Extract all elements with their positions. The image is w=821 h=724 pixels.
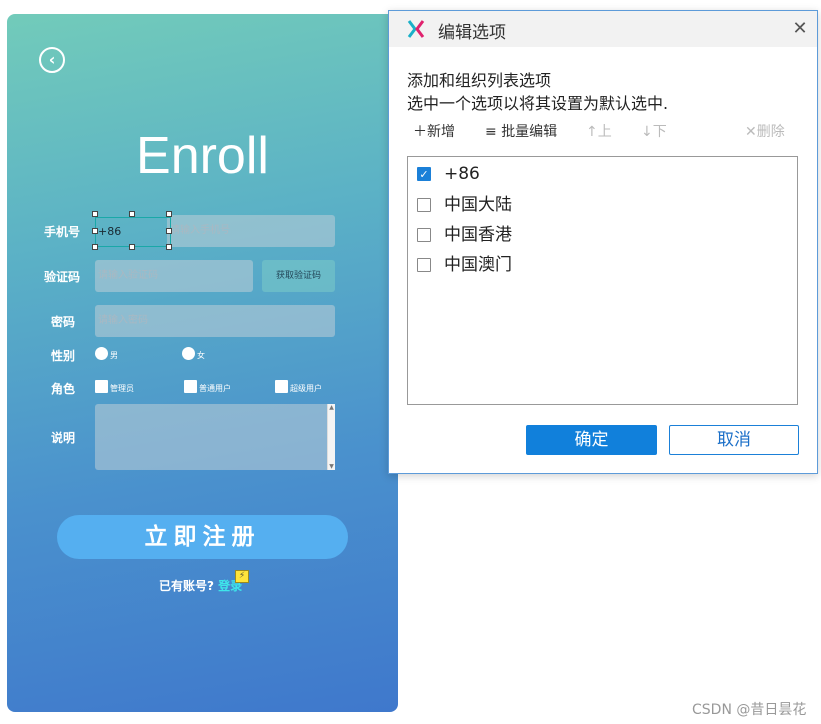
move-up-label: 上 xyxy=(597,124,612,140)
code-label: 验证码 xyxy=(44,270,81,284)
selection-handle[interactable] xyxy=(129,211,135,217)
list-item[interactable]: 中国大陆 xyxy=(417,194,777,216)
option-label: 中国澳门 xyxy=(444,255,512,275)
role-option-label: 超级用户 xyxy=(290,384,322,393)
code-input[interactable]: 请输入验证码 xyxy=(95,260,253,292)
option-checkbox-checked[interactable]: ✓ xyxy=(417,167,431,181)
delete-option-button[interactable]: ✕删除 xyxy=(745,121,785,141)
arrow-down-icon: ↓ xyxy=(641,124,653,140)
country-code-select[interactable]: +86 xyxy=(95,217,171,247)
lightning-icon: ⚡ xyxy=(235,570,249,583)
watermark: CSDN @昔日昙花 xyxy=(692,702,807,718)
add-label: 新增 xyxy=(427,124,455,140)
cancel-button[interactable]: 取消 xyxy=(669,425,799,455)
dialog-header: 编辑选项 ✕ xyxy=(389,11,817,47)
option-label: 中国香港 xyxy=(444,225,512,245)
option-label: +86 xyxy=(444,164,480,184)
gender-label: 性别 xyxy=(51,349,76,363)
gender-option-label: 女 xyxy=(197,351,205,360)
list-item[interactable]: 中国香港 xyxy=(417,224,777,246)
batch-edit-button[interactable]: ≡ 批量编辑 xyxy=(485,121,557,141)
password-input[interactable]: 请输入密码 xyxy=(95,305,335,337)
role-option-label: 管理员 xyxy=(110,384,134,393)
get-code-button[interactable]: 获取验证码 xyxy=(262,260,335,292)
has-account-text: 已有账号? xyxy=(159,579,214,593)
textarea-scrollbar[interactable]: ▲ ▼ xyxy=(327,404,335,470)
edit-options-dialog: 编辑选项 ✕ 添加和组织列表选项 选中一个选项以将其设置为默认选中. ＋新增 ≡… xyxy=(388,10,818,474)
batch-edit-label: 批量编辑 xyxy=(501,124,558,140)
dialog-description: 添加和组织列表选项 xyxy=(407,71,552,90)
selection-handle[interactable] xyxy=(92,211,98,217)
role-label: 角色 xyxy=(51,382,76,396)
dialog-description: 选中一个选项以将其设置为默认选中. xyxy=(407,94,669,113)
phone-label: 手机号 xyxy=(44,225,81,239)
page-title: Enroll xyxy=(136,127,269,185)
arrow-up-icon: ↑ xyxy=(586,124,598,140)
move-down-label: 下 xyxy=(652,124,667,140)
list-item[interactable]: ✓ +86 xyxy=(417,163,777,185)
selection-handle[interactable] xyxy=(166,228,172,234)
gender-radio-female[interactable] xyxy=(182,347,195,360)
gender-option-label: 男 xyxy=(110,351,118,360)
selection-handle[interactable] xyxy=(92,228,98,234)
gender-radio-male[interactable] xyxy=(95,347,108,360)
phone-input[interactable]: 请输入手机号 xyxy=(167,215,335,247)
role-option-label: 普通用户 xyxy=(199,384,231,393)
close-icon: ✕ xyxy=(745,124,757,140)
option-checkbox[interactable] xyxy=(417,198,431,212)
role-checkbox-user[interactable] xyxy=(184,380,197,393)
role-checkbox-super[interactable] xyxy=(275,380,288,393)
scroll-up-icon[interactable]: ▲ xyxy=(328,404,335,411)
selection-handle[interactable] xyxy=(92,244,98,250)
login-row: 已有账号? 登录 xyxy=(159,577,242,594)
role-checkbox-admin[interactable] xyxy=(95,380,108,393)
list-icon: ≡ xyxy=(485,124,502,140)
scroll-down-icon[interactable]: ▼ xyxy=(328,463,335,470)
enroll-card: ‹ Enroll 手机号 请输入手机号 +86 验证码 请输入验证码 获取验证码… xyxy=(7,14,398,712)
plus-icon: ＋ xyxy=(413,124,427,140)
delete-label: 删除 xyxy=(756,124,785,140)
note-label: 说明 xyxy=(51,431,76,445)
options-list: ✓ +86 中国大陆 中国香港 中国澳门 xyxy=(407,156,798,405)
list-item[interactable]: 中国澳门 xyxy=(417,254,777,276)
add-option-button[interactable]: ＋新增 xyxy=(413,121,455,141)
selection-handle[interactable] xyxy=(129,244,135,250)
register-button[interactable]: 立即注册 xyxy=(57,515,348,559)
password-label: 密码 xyxy=(51,315,76,329)
move-down-button[interactable]: ↓下 xyxy=(641,121,667,141)
close-icon[interactable]: ✕ xyxy=(791,20,809,38)
note-textarea[interactable]: ▲ ▼ xyxy=(95,404,335,470)
confirm-button[interactable]: 确定 xyxy=(526,425,657,455)
option-checkbox[interactable] xyxy=(417,258,431,272)
option-checkbox[interactable] xyxy=(417,228,431,242)
selection-handle[interactable] xyxy=(166,211,172,217)
app-logo-icon xyxy=(407,20,425,38)
dialog-title: 编辑选项 xyxy=(438,23,506,43)
move-up-button[interactable]: ↑上 xyxy=(586,121,612,141)
selection-handle[interactable] xyxy=(166,244,172,250)
option-label: 中国大陆 xyxy=(444,195,512,215)
back-icon[interactable]: ‹ xyxy=(39,47,65,73)
